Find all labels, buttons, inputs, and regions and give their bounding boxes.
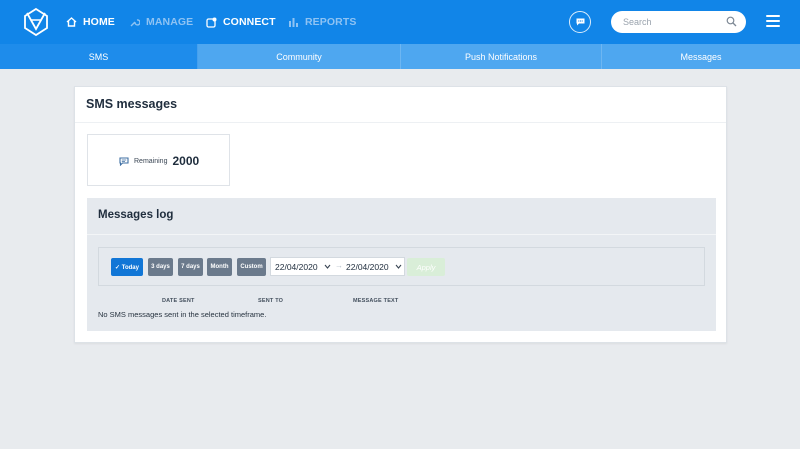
nav-connect[interactable]: CONNECT (206, 14, 276, 30)
nav-home-label: HOME (83, 16, 115, 28)
tab-sms[interactable]: SMS (0, 44, 198, 69)
date-from-field[interactable]: 22/04/2020 (275, 262, 318, 272)
nav-reports[interactable]: REPORTS (288, 14, 356, 30)
empty-state-message: No SMS messages sent in the selected tim… (98, 310, 267, 319)
remaining-credits: Remaining 2000 (119, 154, 199, 168)
remaining-label: Remaining (134, 157, 168, 165)
chevron-down-icon[interactable] (324, 263, 331, 270)
menu-line (766, 20, 780, 22)
remaining-credits-box: Remaining 2000 (87, 134, 230, 186)
chevron-down-icon[interactable] (395, 263, 402, 270)
connect-icon (206, 17, 217, 28)
tab-community[interactable]: Community (198, 44, 401, 69)
search-input[interactable] (623, 14, 723, 30)
wrench-icon (130, 18, 140, 26)
search-icon[interactable] (726, 16, 737, 27)
sms-card: SMS messages Remaining 2000 Messages log… (74, 86, 727, 343)
nav-connect-label: CONNECT (223, 16, 276, 28)
nav-manage[interactable]: MANAGE (129, 14, 193, 30)
connect-tabs: SMS Community Push Notifications Message… (0, 44, 800, 69)
filter-7-days-button[interactable]: 7 days (178, 258, 203, 276)
hamburger-menu-icon[interactable] (766, 15, 780, 27)
remaining-value: 2000 (172, 154, 200, 168)
timeframe-filter: ✓ Today 3 days 7 days Month Custom 22/04… (98, 247, 705, 286)
tab-messages[interactable]: Messages (602, 44, 800, 69)
tab-push-notifications[interactable]: Push Notifications (401, 44, 602, 69)
apply-button[interactable]: Apply (407, 258, 445, 276)
search-box (611, 11, 746, 33)
logo-icon[interactable] (23, 7, 49, 37)
home-icon (66, 17, 77, 27)
divider (75, 122, 726, 123)
divider (87, 234, 716, 235)
message-icon (119, 156, 129, 166)
date-range-picker: 22/04/2020 → 22/04/2020 (270, 257, 405, 276)
menu-line (766, 25, 780, 27)
nav-manage-label: MANAGE (146, 16, 194, 28)
nav-reports-label: REPORTS (305, 16, 357, 28)
messages-log-panel: Messages log ✓ Today 3 days 7 days Month… (87, 198, 716, 331)
bar-chart-icon (289, 18, 298, 27)
nav-home[interactable]: HOME (66, 14, 115, 30)
date-to-field[interactable]: 22/04/2020 (346, 262, 389, 272)
page-title: SMS messages (86, 97, 178, 111)
chat-bubble-icon (576, 18, 584, 26)
filter-month-button[interactable]: Month (207, 258, 232, 276)
column-header-message-text[interactable]: MESSAGE TEXT (353, 298, 399, 304)
messages-log-title: Messages log (98, 209, 174, 221)
filter-3-days-button[interactable]: 3 days (148, 258, 173, 276)
menu-line (766, 15, 780, 17)
arrow-right-icon: → (335, 261, 343, 270)
top-navbar: HOME MANAGE CONNECT REPORTS (0, 0, 800, 44)
chat-button[interactable] (569, 11, 591, 33)
filter-custom-button[interactable]: Custom (237, 258, 266, 276)
column-header-sent-to[interactable]: SENT TO (258, 298, 283, 304)
filter-today-button[interactable]: ✓ Today (111, 258, 143, 276)
column-header-date-sent[interactable]: DATE SENT (162, 298, 195, 304)
